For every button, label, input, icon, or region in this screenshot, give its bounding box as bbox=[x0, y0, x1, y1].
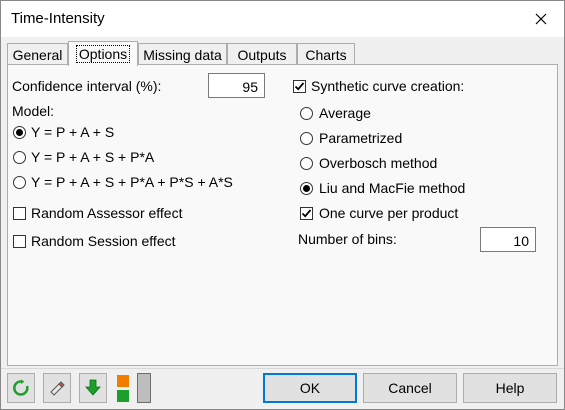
tab-label: Options bbox=[75, 45, 131, 63]
checkmark-icon bbox=[301, 209, 312, 218]
one-curve-per-product-label: One curve per product bbox=[319, 205, 459, 221]
model-radio-1[interactable] bbox=[13, 126, 26, 139]
tab-label: Missing data bbox=[143, 46, 222, 63]
tab-label: General bbox=[12, 46, 63, 63]
model-radio-3[interactable] bbox=[13, 176, 26, 189]
close-icon bbox=[535, 13, 547, 25]
method-radio-average[interactable] bbox=[300, 107, 313, 120]
number-of-bins-field[interactable] bbox=[480, 227, 536, 252]
download-button[interactable] bbox=[79, 373, 107, 403]
resize-grip[interactable] bbox=[137, 373, 151, 403]
confidence-interval-field[interactable] bbox=[208, 73, 265, 98]
method-overbosch-label: Overbosch method bbox=[319, 155, 438, 171]
method-radio-overbosch[interactable] bbox=[300, 157, 313, 170]
eraser-icon bbox=[50, 381, 65, 396]
one-curve-per-product-checkbox[interactable] bbox=[300, 207, 313, 220]
footer-divider bbox=[1, 368, 564, 369]
tab-options[interactable]: Options bbox=[68, 41, 138, 66]
random-session-checkbox[interactable] bbox=[13, 235, 26, 248]
confidence-interval-label: Confidence interval (%): bbox=[12, 78, 162, 94]
random-session-label: Random Session effect bbox=[31, 233, 176, 249]
synthetic-curve-label: Synthetic curve creation: bbox=[311, 78, 465, 94]
method-radio-liu-macfie[interactable] bbox=[300, 182, 313, 195]
tab-general[interactable]: General bbox=[7, 43, 68, 65]
model-option-1-label: Y = P + A + S bbox=[31, 124, 115, 140]
title-bar: Time-Intensity bbox=[1, 1, 564, 37]
number-of-bins-label: Number of bins: bbox=[298, 231, 397, 247]
method-parametrized-label: Parametrized bbox=[319, 130, 403, 146]
dialog-window: Time-Intensity General Options Missing d… bbox=[0, 0, 565, 410]
method-radio-parametrized[interactable] bbox=[300, 132, 313, 145]
refresh-icon bbox=[13, 379, 29, 396]
synthetic-curve-checkbox[interactable] bbox=[293, 80, 306, 93]
model-option-2-label: Y = P + A + S + P*A bbox=[31, 149, 155, 165]
tab-outputs[interactable]: Outputs bbox=[227, 43, 297, 65]
tab-label: Outputs bbox=[237, 46, 287, 63]
help-button[interactable]: Help bbox=[463, 373, 557, 403]
model-option-3-label: Y = P + A + S + P*A + P*S + A*S bbox=[31, 174, 233, 190]
model-label: Model: bbox=[12, 103, 55, 119]
tab-missing-data[interactable]: Missing data bbox=[138, 43, 227, 65]
clear-button[interactable] bbox=[43, 373, 71, 403]
cancel-button[interactable]: Cancel bbox=[363, 373, 457, 403]
close-button[interactable] bbox=[518, 1, 564, 37]
color-swatch-button[interactable] bbox=[113, 373, 133, 403]
ok-button[interactable]: OK bbox=[263, 373, 357, 403]
tab-charts[interactable]: Charts bbox=[297, 43, 355, 65]
color-swatch-icon bbox=[117, 375, 129, 402]
random-assessor-checkbox[interactable] bbox=[13, 207, 26, 220]
download-arrow-icon bbox=[85, 379, 101, 396]
random-assessor-label: Random Assessor effect bbox=[31, 205, 183, 221]
options-panel: Confidence interval (%): Model: Y = P + … bbox=[7, 64, 558, 366]
reset-button[interactable] bbox=[7, 373, 35, 403]
model-radio-2[interactable] bbox=[13, 151, 26, 164]
method-liu-macfie-label: Liu and MacFie method bbox=[319, 180, 466, 196]
tab-label: Charts bbox=[305, 46, 347, 63]
method-average-label: Average bbox=[319, 105, 371, 121]
window-title: Time-Intensity bbox=[11, 10, 105, 27]
checkmark-icon bbox=[294, 82, 305, 91]
